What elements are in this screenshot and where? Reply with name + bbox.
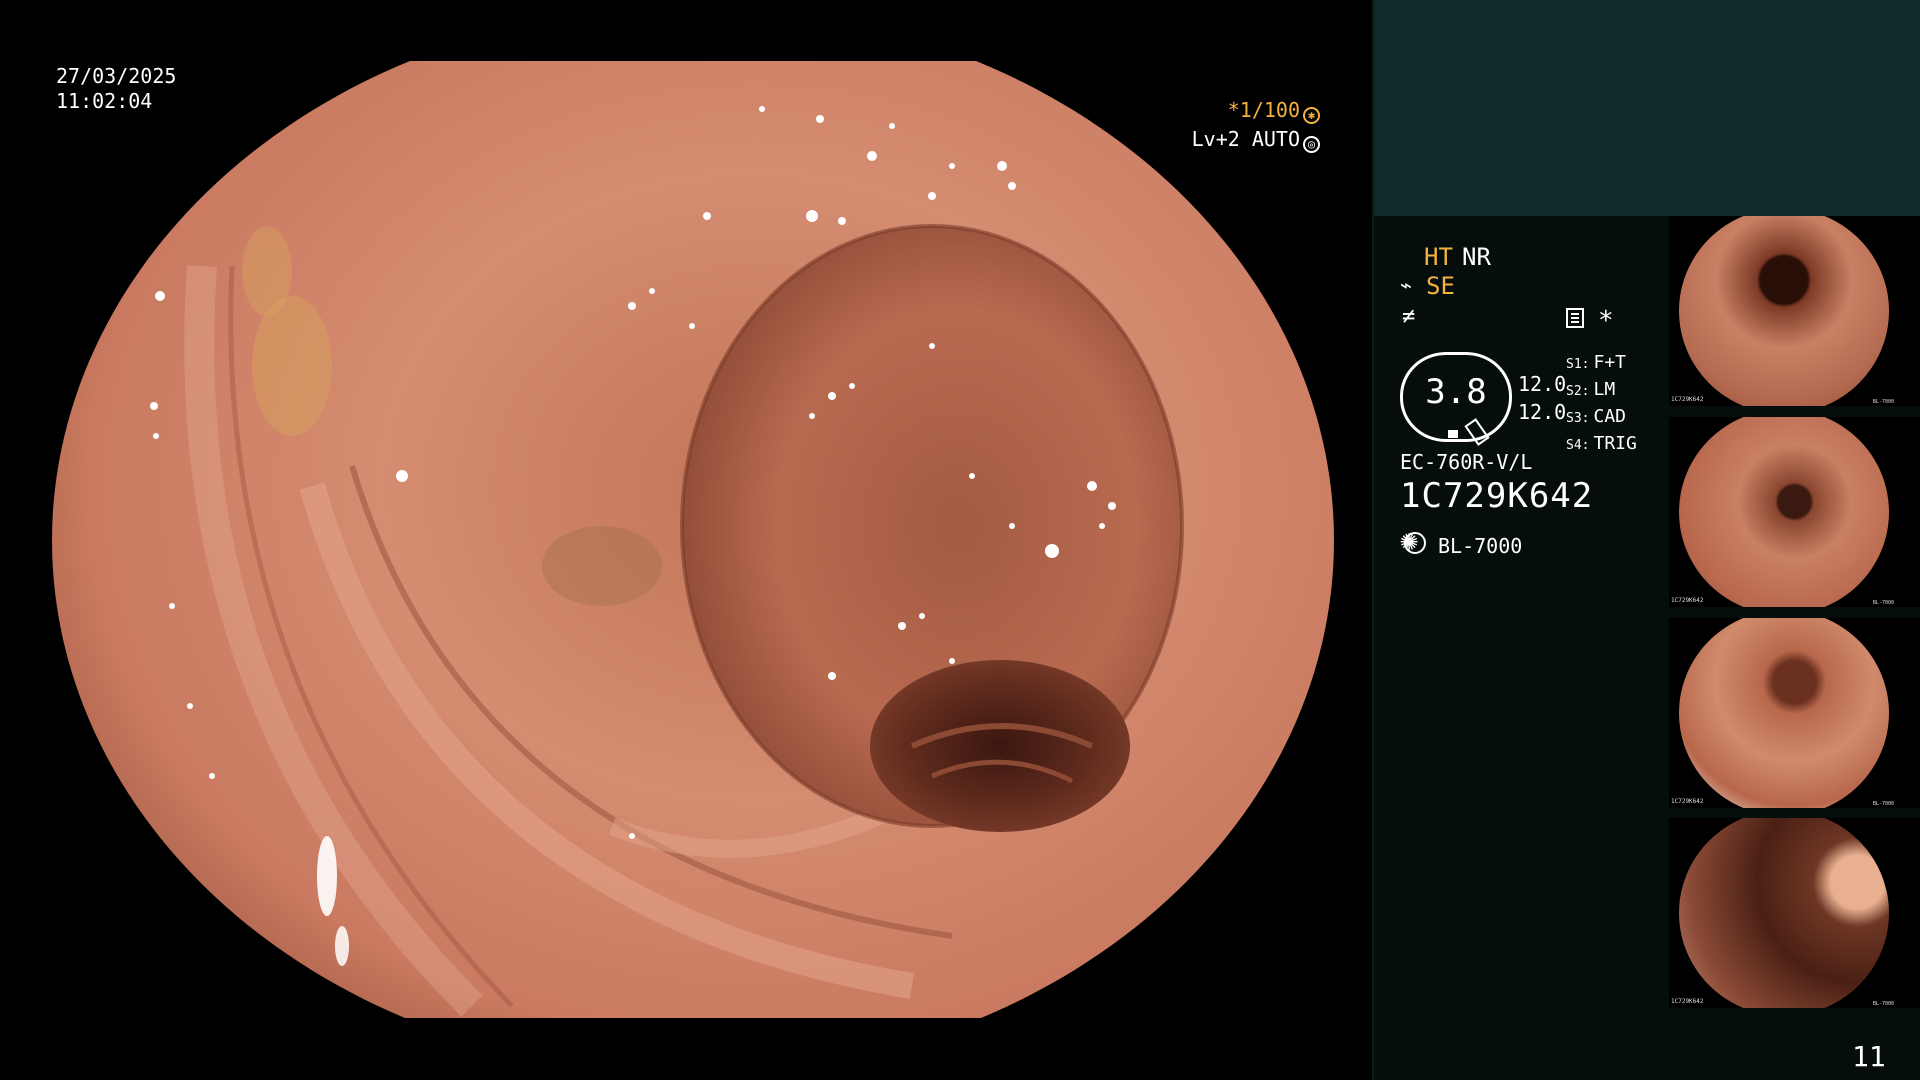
exposure-icon: ✱ <box>1303 107 1320 124</box>
thumbnail-light: BL-7000 <box>1872 1001 1894 1007</box>
exposure-readout: *1/100 ✱ <box>1228 98 1320 124</box>
scope-model: EC-760R-V/L <box>1400 450 1533 474</box>
star-icon: * <box>1598 306 1614 336</box>
top-mask <box>0 0 1372 61</box>
page-number: 11 <box>1852 1040 1886 1073</box>
setting-value-2: 12.0 <box>1518 400 1567 424</box>
light-source-icon <box>1400 526 1426 556</box>
switch-s2: S2: LM <box>1566 379 1616 400</box>
switch-s4: S4: TRIG <box>1566 433 1637 454</box>
bottom-mask <box>0 1018 1372 1080</box>
date-text: 27/03/2025 <box>56 64 177 88</box>
switch-s3: S3: CAD <box>1566 406 1626 427</box>
freeze-icon: ≠ <box>1402 304 1416 329</box>
thumbnail-light: BL-7000 <box>1872 801 1894 807</box>
thumbnail-caption: 1C729K642 <box>1671 396 1704 403</box>
thumbnail-light: BL-7000 <box>1872 600 1894 606</box>
level-readout: Lv+2 AUTO ◎ <box>1192 127 1320 153</box>
thumbnail-3[interactable]: 1C729K642 BL-7000 <box>1669 618 1920 808</box>
exposure-text: *1/100 <box>1227 98 1300 122</box>
thumbnail-caption: 1C729K642 <box>1671 798 1704 805</box>
zoom-value: 3.8 <box>1425 372 1487 412</box>
level-text: Lv+2 AUTO <box>1191 127 1300 151</box>
thumbnail-4[interactable]: 1C729K642 BL-7000 <box>1669 818 1920 1008</box>
time-text: 11:02:04 <box>56 89 153 113</box>
menu-icon <box>1566 308 1584 328</box>
switch-list: S1: F+T S2: LM S3: CAD S4: TRIG <box>1566 350 1637 458</box>
thumbnail-1[interactable]: 1C729K642 BL-7000 <box>1669 216 1920 406</box>
se-indicator: SE <box>1426 272 1455 300</box>
se-icon: ⌁ <box>1400 273 1413 297</box>
auto-icon: ◎ <box>1303 136 1320 153</box>
panel-header <box>1374 0 1920 216</box>
light-source: BL-7000 <box>1438 534 1523 558</box>
ht-indicator: HT <box>1424 243 1453 271</box>
colon-lumen-view <box>52 6 1334 1075</box>
nr-indicator: NR <box>1462 243 1491 271</box>
scope-serial: 1C729K642 <box>1400 476 1594 516</box>
thumbnail-light: BL-7000 <box>1872 399 1894 405</box>
endoscopic-image <box>52 6 1334 1075</box>
thumbnail-caption: 1C729K642 <box>1671 597 1704 604</box>
datetime: 27/03/2025 11:02:04 <box>56 64 176 114</box>
setting-value-1: 12.0 <box>1518 372 1567 396</box>
switch-s1: S1: F+T <box>1566 352 1626 373</box>
zoom-marker <box>1448 430 1458 438</box>
thumbnail-2[interactable]: 1C729K642 BL-7000 <box>1669 417 1920 607</box>
thumbnail-caption: 1C729K642 <box>1671 998 1704 1005</box>
